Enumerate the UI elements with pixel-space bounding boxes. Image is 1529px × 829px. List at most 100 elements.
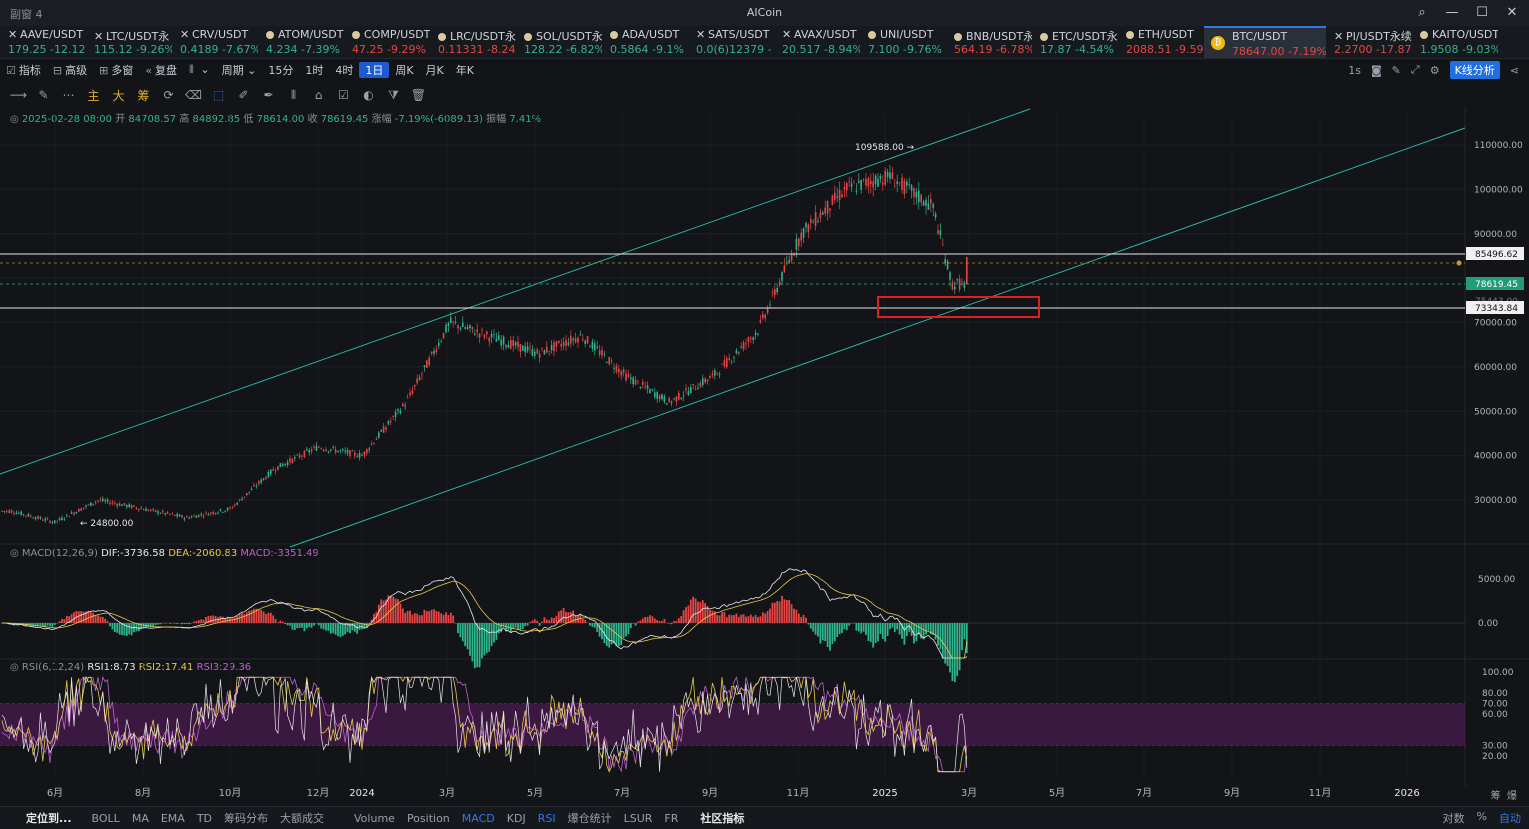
candle-body	[114, 503, 116, 505]
candle-body	[313, 446, 315, 448]
close-icon[interactable]: ✕	[8, 28, 17, 41]
price-chart[interactable]: 109588.00 → ← 24800.00 110000.00 100000.00 9…	[0, 106, 1529, 806]
indicator-tab[interactable]: RSI	[532, 812, 562, 825]
more-tools-icon[interactable]: ⋯	[56, 88, 81, 102]
replay-button[interactable]: «复盘	[139, 62, 183, 78]
auto-scale-toggle[interactable]: 自动	[1499, 810, 1521, 826]
ticker-tab[interactable]: ₿ BTC/USDT 78647.00 -7.19%	[1204, 26, 1326, 58]
log-scale-toggle[interactable]: 对数	[1443, 810, 1465, 826]
indicator-tab[interactable]: BOLL	[86, 812, 126, 825]
indicator-tab[interactable]: TD	[191, 812, 218, 825]
ticker-tab[interactable]: ATOM/USDT 4.234 -7.39%	[258, 26, 344, 58]
close-icon[interactable]: ✕	[1334, 30, 1343, 43]
eraser-icon[interactable]: ⌫	[181, 88, 206, 102]
pencil-tool-icon[interactable]: ✎	[31, 88, 56, 102]
ticker-tab[interactable]: ETC/USDT永 17.87 -4.54%	[1032, 26, 1118, 58]
ticker-tab[interactable]: KAITO/USDT 1.9508 -9.03%	[1412, 26, 1498, 58]
ticker-tab[interactable]: LRC/USDT永 0.11331 -8.24	[430, 26, 516, 58]
interval-1w[interactable]: 周K	[389, 62, 419, 78]
interval-4h[interactable]: 4时	[329, 62, 359, 78]
indicator-tab[interactable]: MACD	[456, 812, 501, 825]
main-tool-button[interactable]: 主	[81, 87, 106, 104]
big-tool-button[interactable]: 大	[106, 87, 131, 104]
indicator-tab[interactable]: 大额成交	[274, 810, 330, 826]
k-analysis-button[interactable]: K线分析	[1449, 61, 1500, 79]
ticker-tab[interactable]: ✕ SATS/USDT 0.0(6)12379 -	[688, 26, 774, 58]
indicators-button[interactable]: ☑ 指标	[0, 62, 47, 78]
candle-body	[464, 327, 466, 329]
time-axis-label: 9月	[702, 787, 718, 799]
ticker-tab[interactable]: ✕ CRV/USDT 0.4189 -7.67%	[172, 26, 258, 58]
filter-icon[interactable]: ⧩	[381, 88, 406, 103]
indicator-tab[interactable]: 社区指标	[694, 810, 750, 826]
sync-icon[interactable]: ⟳	[156, 88, 181, 102]
trash-icon[interactable]: 🗑	[406, 88, 431, 102]
indicator-tab[interactable]: KDJ	[501, 812, 532, 825]
macd-bar	[538, 623, 541, 626]
brush-icon[interactable]: ✐	[231, 88, 256, 102]
close-icon[interactable]: ✕	[94, 30, 103, 43]
interval-1h[interactable]: 1时	[299, 62, 329, 78]
indicator-tab[interactable]: 爆仓统计	[562, 810, 618, 826]
lock-icon[interactable]: ⌂	[306, 88, 331, 102]
marker-icon[interactable]: ✒	[256, 88, 281, 102]
indicator-tab[interactable]: Volume	[348, 812, 401, 825]
search-icon[interactable]: ⌕	[1413, 3, 1431, 21]
refresh-interval[interactable]: 1s	[1348, 64, 1361, 77]
note-icon[interactable]: ☑	[331, 88, 356, 102]
indicator-tab[interactable]: FR	[658, 812, 684, 825]
ticker-tab[interactable]: ✕ LTC/USDT永 115.12 -9.26%	[86, 26, 172, 58]
macd-bar	[440, 613, 443, 623]
macd-bar	[394, 598, 397, 623]
ticker-tab[interactable]: ✕ PI/USDT永续 2.2700 -17.87	[1326, 26, 1412, 58]
rsi-axis-label: 70.00	[1482, 700, 1508, 710]
percent-toggle[interactable]: %	[1477, 810, 1487, 826]
candle-body	[284, 463, 286, 465]
period-dropdown[interactable]: 周期 ⌄	[216, 62, 263, 78]
indicator-tab[interactable]: 筹码分布	[218, 810, 274, 826]
advanced-button[interactable]: ⊟ 高级	[47, 62, 93, 78]
candle-body	[716, 372, 718, 374]
maximize-icon[interactable]: ☐	[1473, 3, 1491, 21]
select-icon[interactable]: ⬚	[206, 88, 231, 102]
indicator-tab[interactable]: Position	[401, 812, 456, 825]
ticker-tab[interactable]: ADA/USDT 0.5864 -9.1%	[602, 26, 688, 58]
macd-bar	[733, 615, 735, 623]
line-tool-icon[interactable]: ⟶	[6, 88, 31, 102]
indicator-tab[interactable]: LSUR	[618, 812, 659, 825]
ticker-tab[interactable]: ✕ AVAX/USDT 20.517 -8.94%	[774, 26, 860, 58]
macd-bar	[908, 623, 911, 632]
gear-icon[interactable]: ⚙	[1430, 64, 1440, 77]
chip-tool-button[interactable]: 筹	[131, 87, 156, 104]
fullscreen-icon[interactable]: ⤢	[1411, 63, 1420, 77]
ticker-tab[interactable]: ETH/USDT 2088.51 -9.59	[1118, 26, 1204, 58]
close-icon[interactable]: ✕	[180, 28, 189, 41]
magnet-icon[interactable]: ◐	[356, 88, 381, 102]
ticker-tab[interactable]: BNB/USDT永 564.19 -6.78%	[946, 26, 1032, 58]
pen-icon[interactable]: ✎	[1392, 64, 1401, 77]
indicator-tab[interactable]: MA	[126, 812, 155, 825]
chart-style-dropdown[interactable]: ⦀ ⌄	[183, 63, 216, 77]
close-icon[interactable]: ✕	[696, 28, 705, 41]
interval-1mo[interactable]: 月K	[420, 62, 450, 78]
close-icon[interactable]: ✕	[1503, 3, 1521, 21]
interval-15m[interactable]: 15分	[262, 62, 299, 78]
macd-bar	[728, 614, 731, 623]
ticker-tab[interactable]: UNI/USDT 7.100 -9.76%	[860, 26, 946, 58]
ticker-tab[interactable]: SOL/USDT永 128.22 -6.82%	[516, 26, 602, 58]
ticker-tab[interactable]: COMP/USDT 47.25 -9.29%	[344, 26, 430, 58]
interval-1d[interactable]: 1日	[359, 62, 390, 78]
camera-icon[interactable]: ◙	[1371, 64, 1382, 77]
share-icon[interactable]: ⋖	[1510, 64, 1519, 77]
multi-window-button[interactable]: ⊞ 多窗	[93, 62, 139, 78]
indicator-tab[interactable]: EMA	[155, 812, 191, 825]
bars-icon[interactable]: ⫴	[281, 88, 306, 103]
minimize-icon[interactable]: —	[1443, 3, 1461, 21]
close-icon[interactable]: ✕	[782, 28, 791, 41]
macd-bar	[154, 623, 157, 625]
candle-body	[658, 395, 661, 400]
indicator-tab[interactable]: 定位到...	[20, 810, 78, 826]
interval-1y[interactable]: 年K	[450, 62, 480, 78]
ticker-tab[interactable]: ✕ AAVE/USDT 179.25 -12.12	[0, 26, 86, 58]
macd-bar	[781, 595, 783, 623]
